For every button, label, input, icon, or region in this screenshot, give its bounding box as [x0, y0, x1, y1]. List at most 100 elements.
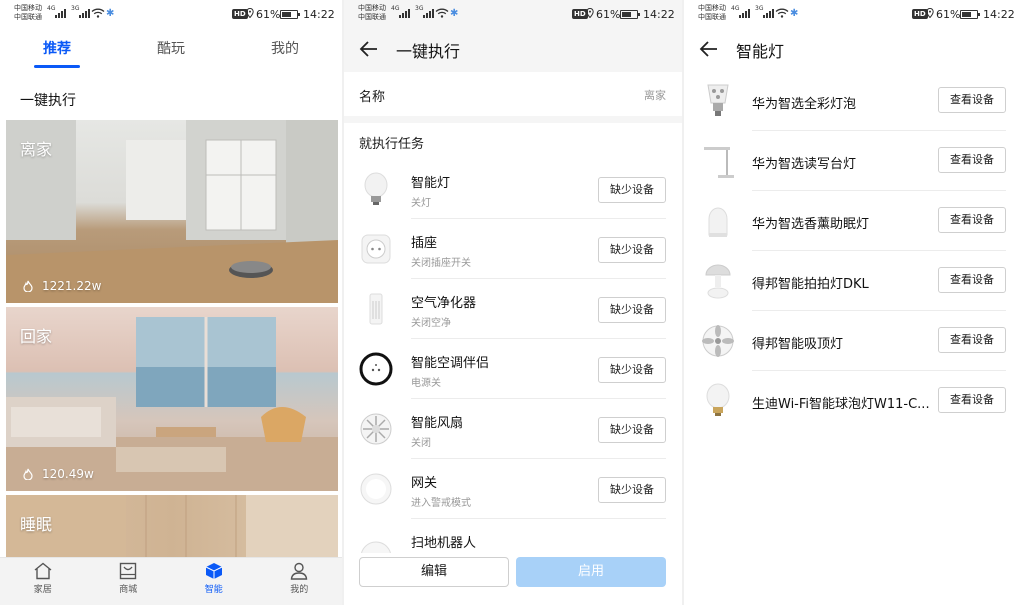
scene-name: 睡眠 [20, 515, 53, 534]
task-item[interactable]: 智能风扇 关闭 缺少设备 [344, 399, 682, 459]
bottom-navigation: 家居 商城 智能 我的 [0, 557, 342, 605]
signal-icon [399, 9, 410, 18]
location-icon [246, 8, 254, 18]
task-item[interactable]: 网关 进入警戒模式 缺少设备 [344, 459, 682, 519]
gateway-icon [360, 473, 392, 505]
wifi-icon [435, 8, 449, 18]
action-bar: 编辑 启用 [344, 553, 682, 605]
scene-image-bedroom [6, 495, 338, 557]
scene-name: 回家 [20, 327, 53, 346]
missing-device-button[interactable]: 缺少设备 [598, 177, 666, 203]
view-device-button[interactable]: 查看设备 [938, 267, 1006, 293]
section-heading: 一键执行 [20, 93, 76, 109]
scene-card-leave-home[interactable]: 离家 1221.22w [6, 120, 338, 303]
location-icon [926, 8, 934, 18]
location-icon [586, 8, 594, 18]
missing-device-button[interactable]: 缺少设备 [598, 417, 666, 443]
bulb-icon [706, 383, 730, 416]
nav-profile[interactable]: 我的 [257, 558, 343, 605]
carrier-label: 中国移动 中国联通 [698, 4, 726, 21]
task-item[interactable]: 智能灯 关灯 缺少设备 [344, 159, 682, 219]
back-arrow-icon[interactable] [698, 38, 720, 60]
device-item[interactable]: 得邦智能拍拍灯DKL 查看设备 [684, 251, 1024, 311]
status-bar: 中国移动 中国联通 4G 3G ✱ HD 61% 14:22 [684, 0, 1024, 30]
device-item[interactable]: 华为智选全彩灯泡 查看设备 [684, 71, 1024, 131]
device-name: 得邦智能吸顶灯 [752, 337, 844, 352]
enable-button[interactable]: 启用 [516, 557, 666, 587]
signal-icon [763, 9, 774, 18]
flame-icon [23, 280, 33, 292]
missing-device-button[interactable]: 缺少设备 [598, 357, 666, 383]
tab-recommend[interactable]: 推荐 [0, 36, 114, 70]
signal-icon [739, 9, 750, 18]
missing-device-button[interactable]: 缺少设备 [598, 297, 666, 323]
fan-icon [360, 413, 392, 445]
color-bulb-icon [707, 84, 729, 116]
task-name: 空气净化器 [411, 296, 477, 311]
task-item[interactable]: 空气净化器 关闭空净 缺少设备 [344, 279, 682, 339]
screen-recommend: 中国移动 中国联通 4G 3G ✱ HD 61% 14:22 推荐 酷玩 我的 一… [0, 0, 342, 605]
nav-label: 商城 [119, 585, 138, 595]
view-device-button[interactable]: 查看设备 [938, 387, 1006, 413]
device-name: 得邦智能拍拍灯DKL [752, 277, 869, 292]
scene-card-return-home[interactable]: 回家 120.49w [6, 307, 338, 491]
task-action: 关闭插座开关 [411, 258, 471, 269]
nav-store[interactable]: 商城 [86, 558, 172, 605]
task-item[interactable]: 插座 关闭插座开关 缺少设备 [344, 219, 682, 279]
scene-name-row[interactable]: 名称 离家 [344, 72, 682, 116]
title-bar: 智能灯 [684, 32, 1024, 66]
scene-count-value: 120.49w [42, 467, 94, 481]
task-list: 就执行任务 智能灯 关灯 缺少设备 插座 关闭插座开关 缺少设备 空气净化器 关… [344, 123, 682, 567]
device-item[interactable]: 华为智选香薰助眠灯 查看设备 [684, 191, 1024, 251]
tab-cool-play[interactable]: 酷玩 [114, 36, 228, 70]
task-action: 关灯 [411, 198, 431, 209]
air-purifier-icon [369, 293, 383, 325]
pat-lamp-icon [705, 264, 731, 299]
signal-icon [79, 9, 90, 18]
bluetooth-icon: ✱ [790, 8, 799, 19]
ceiling-lamp-icon [702, 325, 734, 357]
view-device-button[interactable]: 查看设备 [938, 147, 1006, 173]
battery-percent: 61% [596, 8, 621, 21]
task-action: 进入警戒模式 [411, 498, 471, 509]
device-item[interactable]: 得邦智能吸顶灯 查看设备 [684, 311, 1024, 371]
clock: 14:22 [983, 8, 1015, 21]
back-arrow-icon[interactable] [358, 38, 380, 60]
nav-home[interactable]: 家居 [0, 558, 86, 605]
store-icon [120, 562, 137, 580]
device-item[interactable]: 华为智选读写台灯 查看设备 [684, 131, 1024, 191]
task-item[interactable]: 智能空调伴侣 电源关 缺少设备 [344, 339, 682, 399]
nav-label: 家居 [33, 585, 52, 595]
device-item[interactable]: 生迪Wi-Fi智能球泡灯W11-C... 查看设备 [684, 371, 1024, 431]
task-name: 智能灯 [411, 176, 451, 191]
home-icon [34, 562, 52, 580]
scene-image-hallway [6, 120, 338, 303]
tab-mine[interactable]: 我的 [228, 36, 342, 70]
bluetooth-icon: ✱ [106, 8, 115, 19]
missing-device-button[interactable]: 缺少设备 [598, 237, 666, 263]
scene-card-sleep[interactable]: 睡眠 [6, 495, 338, 557]
profile-icon [290, 562, 308, 580]
view-device-button[interactable]: 查看设备 [938, 327, 1006, 353]
scene-count: 120.49w [22, 467, 94, 481]
battery-percent: 61% [936, 8, 961, 21]
clock: 14:22 [303, 8, 335, 21]
task-action: 电源关 [411, 378, 441, 389]
task-list-heading: 就执行任务 [359, 137, 425, 152]
nav-label: 我的 [290, 585, 309, 595]
missing-device-button[interactable]: 缺少设备 [598, 477, 666, 503]
screen-one-tap: 中国移动 中国联通 4G 3G ✱ HD 61% 14:22 一键执行 名称 离家… [344, 0, 682, 605]
view-device-button[interactable]: 查看设备 [938, 87, 1006, 113]
view-device-button[interactable]: 查看设备 [938, 207, 1006, 233]
signal-icon [423, 9, 434, 18]
page-title: 智能灯 [736, 42, 785, 61]
desk-lamp-icon [704, 147, 734, 178]
carrier-label: 中国移动 中国联通 [14, 4, 42, 21]
device-name: 华为智选全彩灯泡 [752, 97, 857, 112]
task-action: 关闭 [411, 438, 431, 449]
edit-button[interactable]: 编辑 [359, 557, 509, 587]
device-name: 生迪Wi-Fi智能球泡灯W11-C... [752, 397, 930, 412]
ac-companion-icon [359, 352, 393, 386]
nav-smart[interactable]: 智能 [171, 558, 257, 605]
task-name: 扫地机器人 [411, 536, 477, 551]
